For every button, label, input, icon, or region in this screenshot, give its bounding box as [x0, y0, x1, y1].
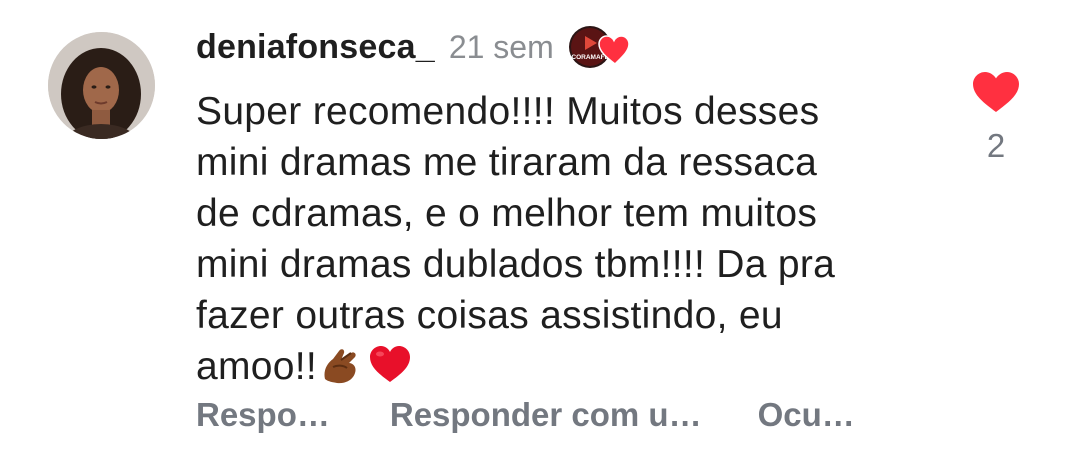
hide-button[interactable]: Ocu…: [758, 396, 855, 434]
username[interactable]: deniafonseca_: [196, 28, 435, 67]
heart-icon[interactable]: [971, 70, 1021, 114]
pinching-hand-icon: [324, 349, 356, 384]
timestamp: 21 sem: [448, 28, 554, 65]
comment-header: deniafonseca_ 21 sem CORAMAFL: [196, 24, 634, 70]
author-badge-text: CORAMAFL: [571, 54, 608, 61]
author-liked-badge: CORAMAFL: [568, 24, 634, 70]
reply-button[interactable]: Respo…: [196, 396, 330, 434]
comment-item: deniafonseca_ 21 sem CORAMAFL Super reco…: [0, 0, 1080, 473]
avatar[interactable]: [48, 32, 155, 139]
comment-text: Super recomendo!!!! Muitos desses mini d…: [196, 86, 916, 392]
comment-actions: Respo… Responder com u… Ocu…: [196, 396, 855, 434]
like-control: 2: [970, 70, 1022, 165]
red-heart-icon: [370, 346, 411, 382]
like-count: 2: [986, 127, 1006, 164]
avatar-image: [48, 32, 155, 139]
comment-text-content: Super recomendo!!!! Muitos desses mini d…: [196, 90, 836, 388]
reply-with-button[interactable]: Responder com u…: [390, 396, 702, 434]
